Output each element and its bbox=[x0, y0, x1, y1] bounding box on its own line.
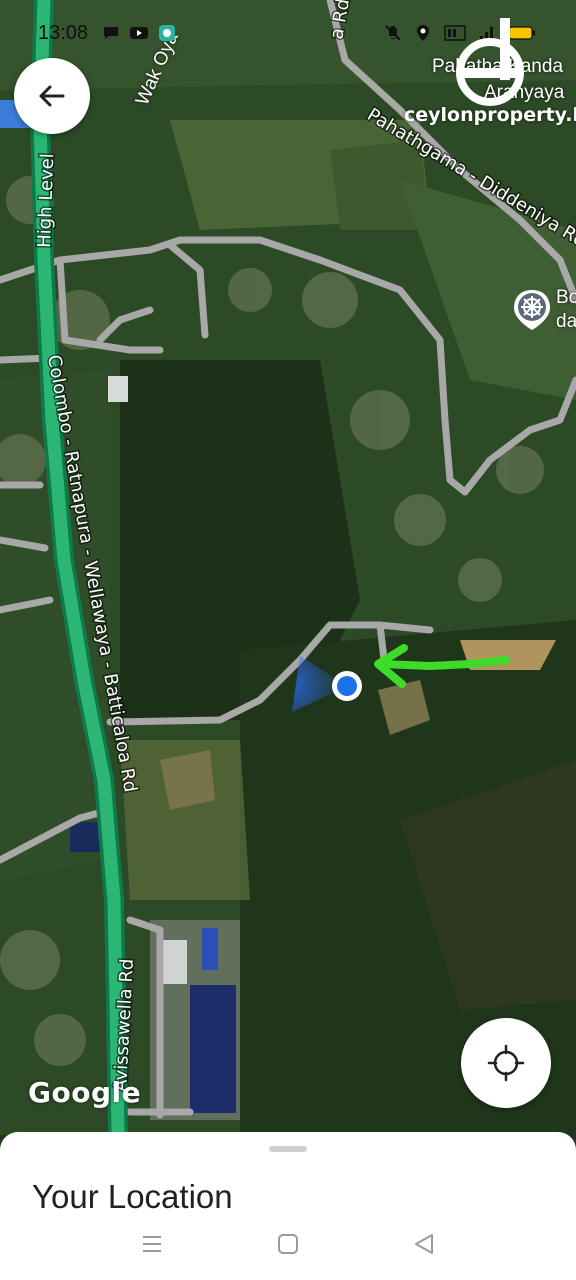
back-triangle-icon[interactable] bbox=[412, 1232, 436, 1256]
dharma-wheel-icon bbox=[514, 290, 550, 330]
crosshair-icon bbox=[487, 1044, 525, 1082]
arrow-left-icon bbox=[39, 85, 65, 107]
highway-label-upper: High Level bbox=[34, 153, 58, 248]
recents-icon[interactable] bbox=[140, 1232, 164, 1256]
map-view[interactable]: High Level Colombo - Ratnapura - Wellawa… bbox=[0, 0, 576, 1135]
ceylonproperty-logo bbox=[456, 18, 524, 106]
home-icon[interactable] bbox=[276, 1232, 300, 1256]
back-button[interactable] bbox=[14, 58, 90, 134]
location-dot bbox=[337, 676, 357, 696]
sheet-title: Your Location bbox=[32, 1178, 233, 1215]
poi-label: Bo da bbox=[556, 287, 576, 332]
system-nav-bar bbox=[0, 1222, 576, 1268]
ceylonproperty-watermark: ceylonproperty.lk bbox=[404, 14, 576, 126]
my-location-button[interactable] bbox=[461, 1018, 551, 1108]
poi-marker[interactable] bbox=[512, 288, 552, 337]
google-attribution: Google bbox=[28, 1076, 142, 1109]
watermark-text: ceylonproperty.lk bbox=[404, 104, 576, 126]
sheet-drag-handle[interactable] bbox=[269, 1146, 307, 1152]
satellite-imagery: High Level Colombo - Ratnapura - Wellawa… bbox=[0, 0, 576, 1135]
